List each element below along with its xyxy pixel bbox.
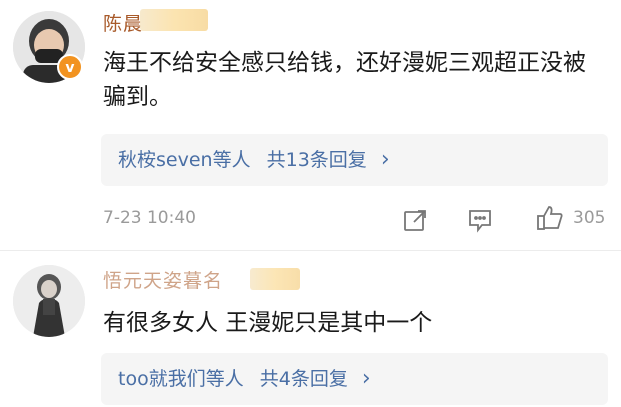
comment-text: 有很多女人 王漫妮只是其中一个	[103, 310, 433, 336]
avatar[interactable]	[13, 265, 85, 337]
chevron-right-icon: ›	[380, 147, 390, 172]
reply-summary[interactable]: too就我们等人 共4条回复 ›	[101, 353, 608, 405]
comment-author[interactable]: 陈晨	[103, 9, 143, 33]
share-icon[interactable]	[402, 207, 428, 233]
reply-users: too就我们等人	[118, 368, 244, 390]
svg-text:v: v	[65, 60, 74, 76]
like-count: 305	[573, 208, 606, 228]
comment-text: 海王不给安全感只给钱，还好漫妮三观超正没被骗到。	[103, 50, 586, 110]
reply-users: 秋桉seven等人	[118, 149, 251, 171]
reply-summary[interactable]: 秋桉seven等人 共13条回复 ›	[101, 134, 608, 186]
comment-divider	[0, 250, 621, 251]
comment-timestamp: 7-23 10:40	[103, 208, 196, 228]
like-icon[interactable]	[535, 203, 565, 233]
comment-icon[interactable]	[466, 206, 494, 234]
author-blur-overlay	[140, 9, 208, 31]
reply-count: 共13条回复	[266, 149, 367, 171]
avatar-photo	[13, 265, 85, 337]
author-blur-overlay	[250, 268, 300, 290]
reply-summary-text: 秋桉seven等人 共13条回复 ›	[118, 147, 390, 172]
verified-badge-icon: v	[57, 54, 83, 80]
chevron-right-icon: ›	[361, 366, 371, 391]
reply-count: 共4条回复	[259, 368, 348, 390]
comment-author[interactable]: 悟元天姿暮名	[103, 266, 223, 290]
reply-summary-text: too就我们等人 共4条回复 ›	[118, 366, 371, 391]
